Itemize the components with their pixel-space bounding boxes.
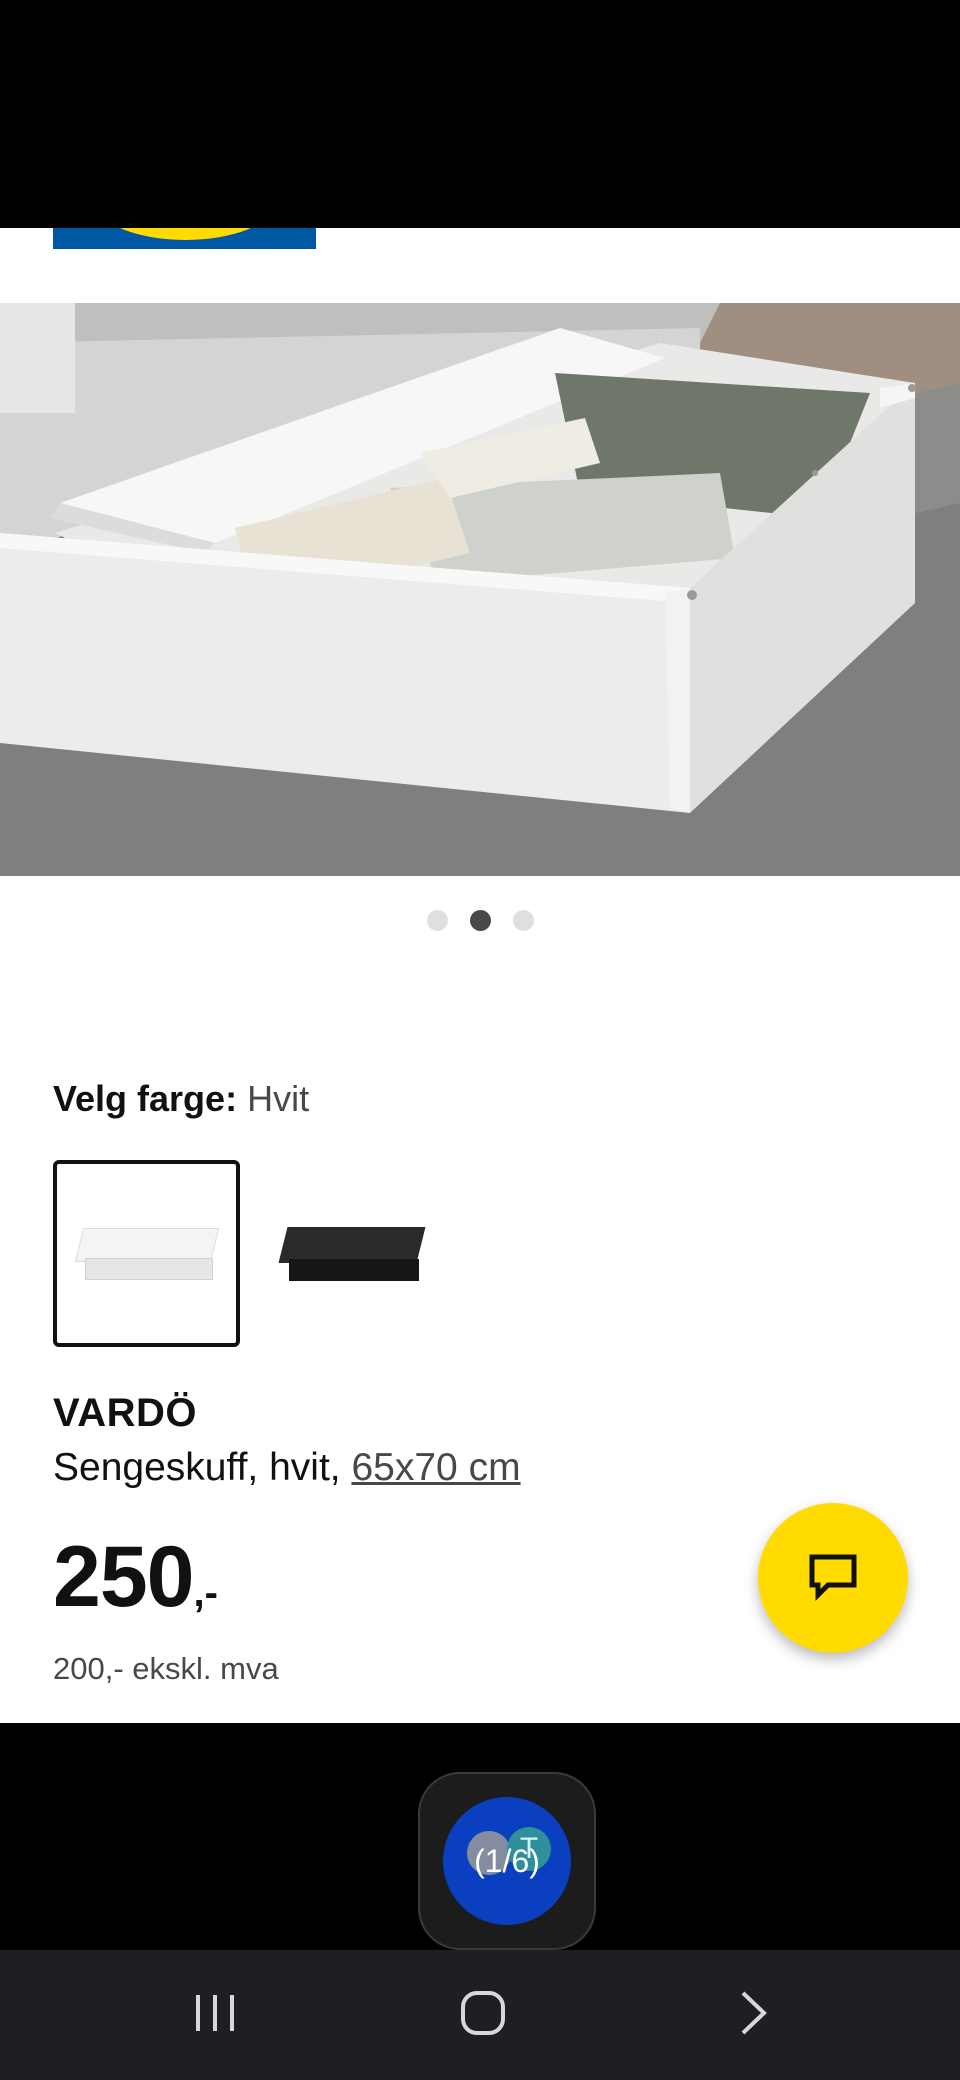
recent-apps-button[interactable]	[155, 1950, 275, 2080]
bubble-avatar: T (1/6)	[443, 1797, 571, 1925]
image-carousel-dots[interactable]	[0, 908, 960, 932]
product-price: 250,-	[53, 1528, 218, 1627]
back-button[interactable]	[693, 1950, 813, 2080]
product-description: Sengeskuff, hvit, 65x70 cm	[53, 1446, 521, 1490]
chat-button[interactable]	[758, 1503, 908, 1653]
color-label-value: Hvit	[247, 1078, 310, 1119]
color-swatches	[53, 1160, 445, 1347]
system-navigation-bar	[0, 1950, 960, 2080]
price-suffix: ,-	[193, 1571, 218, 1615]
home-button[interactable]	[423, 1950, 543, 2080]
price-integer: 250	[53, 1529, 194, 1625]
floating-app-bubble[interactable]: T (1/6)	[418, 1772, 596, 1950]
carousel-dot[interactable]	[512, 909, 534, 931]
color-selection-label: Velg farge: Hvit	[53, 1078, 309, 1120]
product-image[interactable]	[0, 303, 960, 876]
color-label-key: Velg farge:	[53, 1078, 238, 1119]
product-size-link[interactable]: 65x70 cm	[351, 1446, 520, 1489]
swatch-black[interactable]	[258, 1160, 445, 1347]
price-ex-vat: 200,- ekskl. mva	[53, 1651, 279, 1686]
product-page: Velg farge: Hvit VARDÖ Sengeskuff, hvit,…	[0, 228, 960, 1723]
carousel-dot-active[interactable]	[469, 909, 491, 931]
home-icon	[460, 1990, 506, 2041]
back-icon	[738, 1990, 768, 2041]
product-name: VARDÖ	[53, 1391, 197, 1435]
carousel-dot[interactable]	[426, 909, 448, 931]
chat-bubble-icon	[804, 1547, 862, 1610]
swatch-white[interactable]	[53, 1160, 240, 1347]
recent-apps-icon	[193, 1993, 237, 2038]
status-bar	[0, 0, 960, 228]
product-description-text: Sengeskuff, hvit,	[53, 1446, 341, 1489]
bubble-count: (1/6)	[474, 1842, 540, 1879]
ikea-logo[interactable]	[53, 228, 316, 249]
